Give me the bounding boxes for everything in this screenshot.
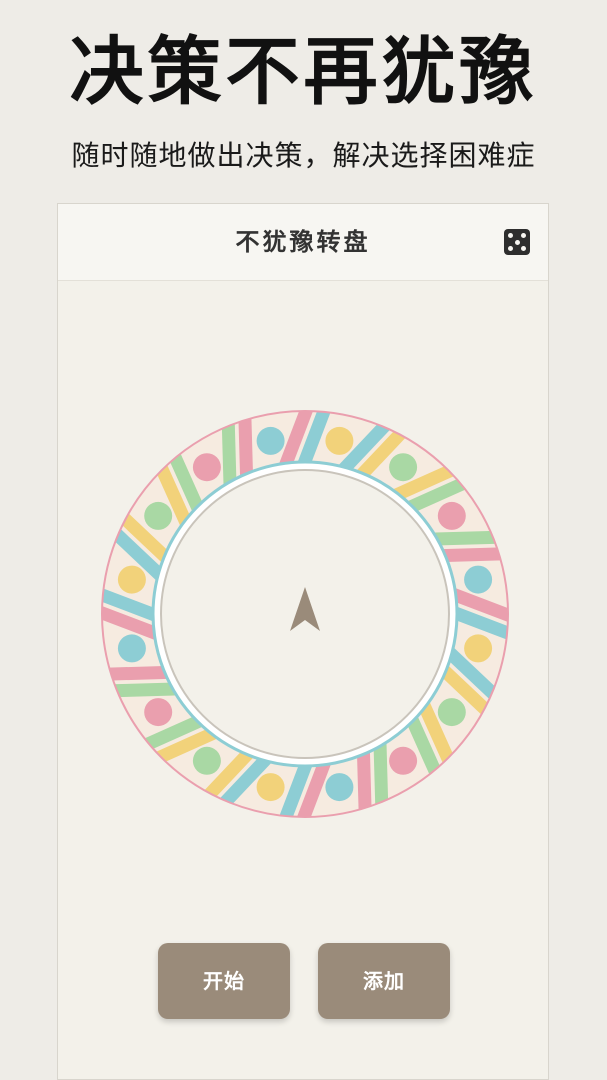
promo-subtitle: 随时随地做出决策，解决选择困难症 <box>71 139 536 172</box>
wheel-graphic <box>101 410 509 818</box>
wheel-dot <box>256 773 285 802</box>
promo-title: 决策不再犹豫 <box>69 29 538 115</box>
spin-wheel[interactable] <box>100 409 510 819</box>
app-title: 不犹豫转盘 <box>235 228 371 256</box>
wheel-stripe <box>437 547 506 563</box>
wheel-stripe <box>356 746 372 815</box>
add-button[interactable]: 添加 <box>318 943 450 1019</box>
wheel-stripe <box>111 682 180 698</box>
wheel-dot <box>464 565 493 594</box>
start-button[interactable]: 开始 <box>158 943 290 1019</box>
wheel-dot <box>144 501 173 530</box>
wheel-dot <box>192 746 221 775</box>
wheel-dot <box>325 773 354 802</box>
wheel-dot <box>256 426 285 455</box>
wheel-dot <box>144 698 173 727</box>
wheel-stripe <box>221 420 237 489</box>
wheel-stripe <box>430 530 499 546</box>
wheel-dot <box>389 453 418 482</box>
wheel-dot <box>437 501 466 530</box>
wheel-stripe <box>373 739 389 808</box>
wheel-dot <box>464 634 493 663</box>
dice-icon[interactable] <box>504 229 530 255</box>
app-screen: 不犹豫转盘 开始 添加 <box>57 203 549 1080</box>
wheel-stripe <box>104 665 173 681</box>
wheel-dot <box>389 746 418 775</box>
wheel-dot <box>437 698 466 727</box>
wheel-dot <box>117 634 146 663</box>
wheel-dot <box>117 565 146 594</box>
wheel-stripe <box>238 413 254 482</box>
wheel-dot <box>192 453 221 482</box>
wheel-dot <box>325 426 354 455</box>
app-bar: 不犹豫转盘 <box>58 204 548 281</box>
